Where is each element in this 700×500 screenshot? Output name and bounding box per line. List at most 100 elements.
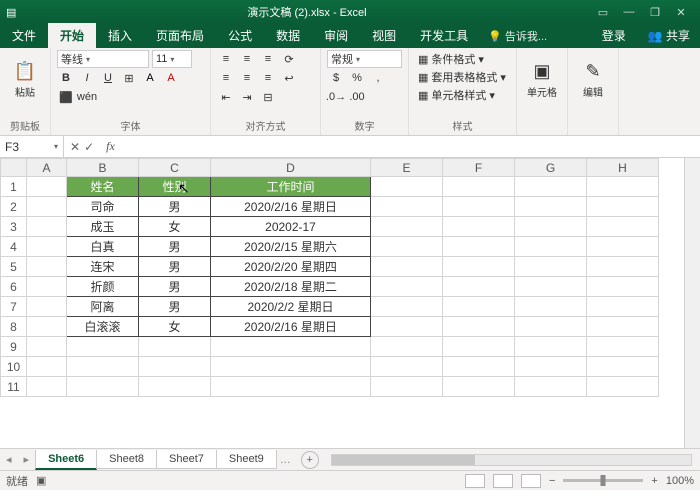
number-format-select[interactable]: 常规▾ [327,50,402,68]
align-right-button[interactable]: ≡ [259,69,277,87]
row-header[interactable]: 9 [1,337,27,357]
tab-home[interactable]: 开始 [48,23,96,48]
cell[interactable]: 姓名 [67,177,139,197]
align-top-button[interactable]: ≡ [217,50,235,68]
cell[interactable] [515,377,587,397]
cell[interactable] [27,177,67,197]
cell[interactable] [27,357,67,377]
cell[interactable]: 成玉 [67,217,139,237]
cell[interactable]: 工作时间 [211,177,371,197]
row-header[interactable]: 8 [1,317,27,337]
decrease-decimal-button[interactable]: .00 [348,88,366,106]
row-header[interactable]: 1 [1,177,27,197]
cell[interactable]: 男 [139,237,211,257]
cell[interactable] [515,357,587,377]
row-header[interactable]: 5 [1,257,27,277]
percent-button[interactable]: % [348,69,366,87]
tab-insert[interactable]: 插入 [96,23,144,48]
ribbon-options-icon[interactable]: ▭ [590,6,616,19]
cell[interactable] [443,217,515,237]
cell[interactable] [443,237,515,257]
decrease-indent-button[interactable]: ⇤ [217,88,235,106]
column-header[interactable]: G [515,159,587,177]
page-break-view-button[interactable] [521,474,541,488]
row-header[interactable]: 11 [1,377,27,397]
cell[interactable] [443,257,515,277]
cell[interactable] [515,297,587,317]
cell[interactable] [371,317,443,337]
cell[interactable]: 2020/2/15 星期六 [211,237,371,257]
column-header[interactable]: E [371,159,443,177]
wrap-text-button[interactable]: ↩ [280,69,298,87]
column-header[interactable]: D [211,159,371,177]
sheet-tab-more[interactable]: … [276,454,295,466]
cell[interactable] [515,197,587,217]
cell[interactable] [443,377,515,397]
column-header[interactable]: B [67,159,139,177]
sheet-nav-prev[interactable]: ◂ [0,453,18,466]
row-header[interactable]: 10 [1,357,27,377]
font-color-red[interactable]: A [162,69,180,87]
cell[interactable] [211,377,371,397]
cell[interactable] [515,317,587,337]
zoom-out-button[interactable]: − [549,475,555,487]
horizontal-scrollbar[interactable] [331,454,692,466]
tab-developer[interactable]: 开发工具 [408,23,480,48]
cell[interactable]: 阿离 [67,297,139,317]
cell[interactable] [587,337,659,357]
cell[interactable] [27,217,67,237]
cell[interactable] [139,377,211,397]
row-header[interactable]: 4 [1,237,27,257]
cell[interactable] [27,277,67,297]
cell[interactable] [587,177,659,197]
cell[interactable]: 2020/2/18 星期二 [211,277,371,297]
cell[interactable]: 司命 [67,197,139,217]
cell[interactable] [27,237,67,257]
phonetic-button[interactable]: wén [78,88,96,106]
cell[interactable]: 白滚滚 [67,317,139,337]
cell[interactable] [587,317,659,337]
cell[interactable] [371,177,443,197]
cell[interactable] [443,357,515,377]
page-layout-view-button[interactable] [493,474,513,488]
tab-view[interactable]: 视图 [360,23,408,48]
cell[interactable]: 白真 [67,237,139,257]
column-header[interactable]: F [443,159,515,177]
share-button[interactable]: 👥 共享 [638,23,700,48]
cell[interactable]: 男 [139,197,211,217]
minimize-icon[interactable]: — [616,6,642,18]
vertical-scrollbar[interactable] [684,158,700,448]
tab-formulas[interactable]: 公式 [216,23,264,48]
sheet-tab-4[interactable]: Sheet9 [216,450,277,469]
cell[interactable] [371,357,443,377]
font-color-a[interactable]: A [141,69,159,87]
column-header[interactable]: A [27,159,67,177]
font-size-select[interactable]: 11▾ [152,50,192,68]
cell[interactable] [67,357,139,377]
underline-button[interactable]: U [99,69,117,87]
cell[interactable] [443,317,515,337]
cell[interactable] [515,237,587,257]
column-header[interactable]: C [139,159,211,177]
cell[interactable] [139,357,211,377]
tab-page-layout[interactable]: 页面布局 [144,23,216,48]
cell[interactable]: 男 [139,257,211,277]
cell[interactable] [67,377,139,397]
close-icon[interactable]: ✕ [668,6,694,19]
cell[interactable] [443,337,515,357]
fx-icon[interactable]: fx [106,139,115,154]
fill-color-button[interactable]: ⬛ [57,88,75,106]
increase-indent-button[interactable]: ⇥ [238,88,256,106]
row-header[interactable]: 6 [1,277,27,297]
cells-button[interactable]: ▣单元格 [523,50,561,110]
cell[interactable] [587,277,659,297]
restore-icon[interactable]: ❐ [642,6,668,19]
cell[interactable]: 男 [139,297,211,317]
cell[interactable] [587,257,659,277]
name-box[interactable]: F3▾ [0,136,64,157]
zoom-slider[interactable] [563,479,643,482]
sheet-nav-next[interactable]: ▸ [18,453,36,466]
cell[interactable] [371,277,443,297]
cell[interactable] [515,257,587,277]
select-all-corner[interactable] [1,159,27,177]
